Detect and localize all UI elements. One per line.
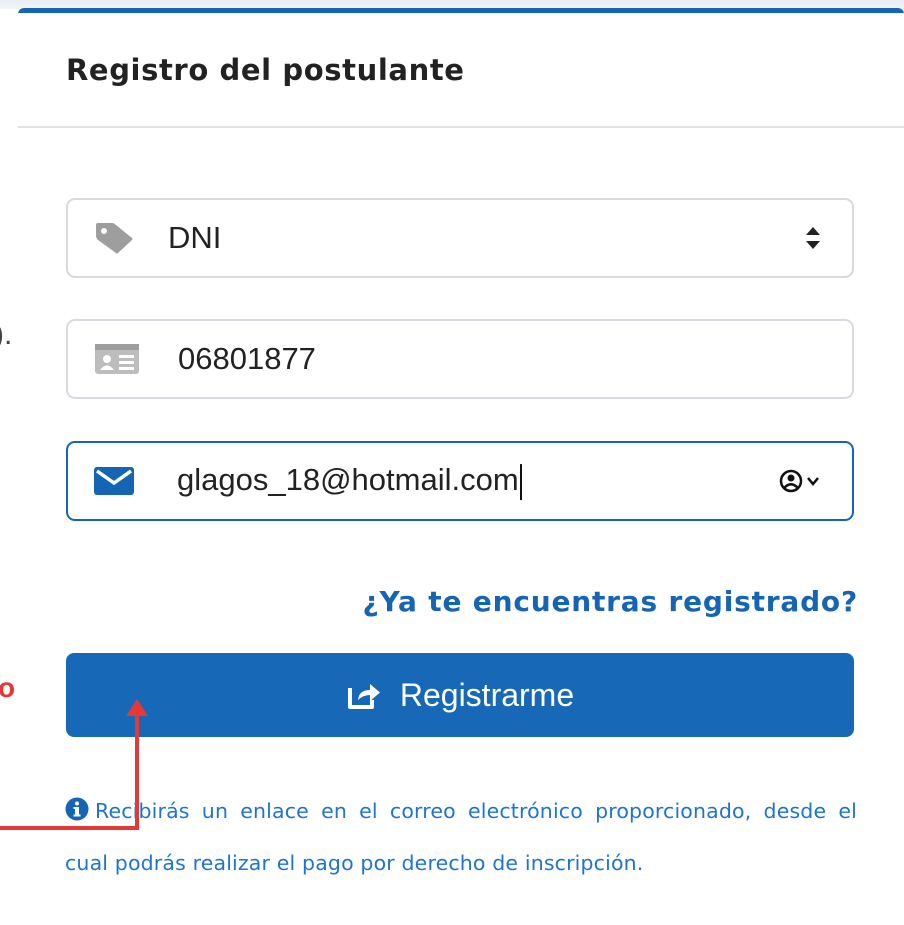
info-message-text: Recibirás un enlace en el correo electró… xyxy=(65,799,857,875)
document-number-input[interactable]: 06801877 xyxy=(66,319,854,399)
select-arrows-icon xyxy=(804,224,822,252)
document-number-value: 06801877 xyxy=(178,341,316,376)
document-type-select[interactable]: DNI xyxy=(66,198,854,278)
share-square-icon xyxy=(346,680,382,710)
modal-title: Registro del postulante xyxy=(66,53,465,87)
info-circle-icon xyxy=(65,797,89,821)
autofill-button[interactable] xyxy=(778,468,822,494)
header-divider xyxy=(18,126,904,128)
annotation-text-fragment: o xyxy=(0,672,16,703)
background-text-fragment: ). xyxy=(0,318,13,351)
id-card-icon xyxy=(94,343,140,375)
email-value-wrap: glagos_18@hotmail.com xyxy=(177,462,522,500)
email-input[interactable]: glagos_18@hotmail.com xyxy=(66,441,854,521)
email-value: glagos_18@hotmail.com xyxy=(177,462,519,498)
document-type-value: DNI xyxy=(168,220,222,255)
already-registered-link[interactable]: ¿Ya te encuentras registrado? xyxy=(362,585,858,618)
text-caret xyxy=(519,463,522,500)
registration-modal: Registro del postulante DNI 06801877 gla… xyxy=(18,13,904,925)
envelope-icon xyxy=(94,467,134,495)
register-button-label: Registrarme xyxy=(399,676,575,713)
tag-icon xyxy=(94,221,134,255)
page: ). o Registro del postulante DNI xyxy=(0,0,904,925)
register-button[interactable]: Registrarme xyxy=(66,653,854,737)
info-message: Recibirás un enlace en el correo electró… xyxy=(65,785,857,889)
